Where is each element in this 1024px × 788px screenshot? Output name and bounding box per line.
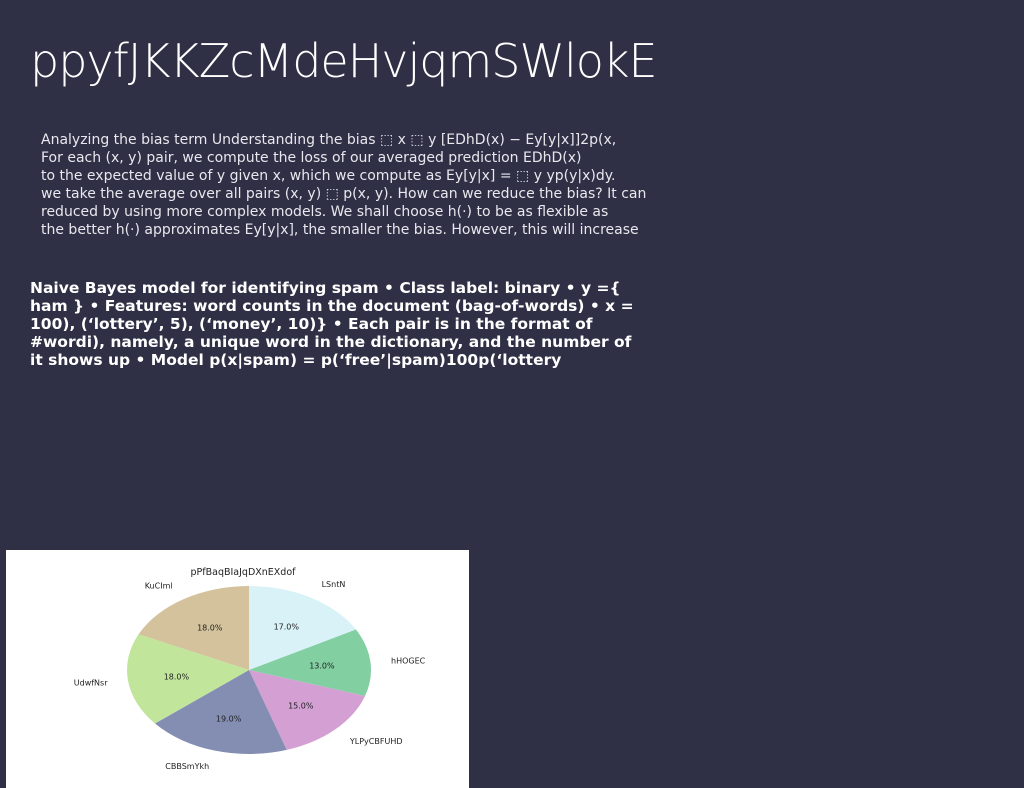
slide-title: ppyfJKKZcMdeHvjqmSWlokE — [30, 34, 658, 88]
chart-title: pPfBaqBIaJqDXnEXdof — [191, 567, 297, 578]
bayes-line: #wordi), namely, a unique word in the di… — [30, 333, 632, 351]
bias-line: For each (x, y) pair, we compute the los… — [41, 150, 582, 166]
bayes-line: 100), (‘lottery’, 5), (‘money’, 10)} • E… — [30, 315, 593, 333]
pie-percent-label: 18.0% — [197, 623, 223, 632]
pie-chart-image: pPfBaqBIaJqDXnEXdof 17.0% LSntN 13.0% hHOGE… — [6, 550, 469, 788]
pie-category-label: hHOGEC — [391, 657, 426, 666]
pie-percent-label: 18.0% — [164, 672, 190, 681]
bayes-line: Naive Bayes model for identifying spam •… — [30, 279, 621, 297]
pie-category-label: YLPyCBFUHD — [349, 737, 403, 746]
bayes-line: ham } • Features: word counts in the doc… — [30, 297, 634, 315]
bias-line: reduced by using more complex models. We… — [41, 204, 609, 220]
pie-category-label: LSntN — [322, 580, 346, 589]
bias-paragraph: Analyzing the bias term Understanding th… — [41, 131, 681, 239]
pie-category-label: KuCIml — [145, 582, 173, 591]
pie-chart: pPfBaqBIaJqDXnEXdof 17.0% LSntN 13.0% hHOGE… — [74, 567, 426, 771]
pie-category-label: CBBSmYkh — [165, 762, 209, 771]
naive-bayes-paragraph: Naive Bayes model for identifying spam •… — [30, 279, 690, 369]
pie-percent-label: 15.0% — [288, 702, 314, 711]
pie-percent-label: 13.0% — [309, 661, 335, 670]
bayes-line: it shows up • Model p(x|spam) = p(‘free’… — [30, 351, 562, 369]
pie-percent-label: 17.0% — [274, 623, 300, 632]
bias-line: to the expected value of y given x, whic… — [41, 168, 616, 184]
bias-line: the better h(·) approximates Ey[y|x], th… — [41, 222, 639, 238]
bias-line: Analyzing the bias term Understanding th… — [41, 132, 617, 148]
pie-category-label: UdwfNsr — [74, 679, 108, 688]
bias-line: we take the average over all pairs (x, y… — [41, 186, 647, 202]
pie-percent-label: 19.0% — [216, 714, 242, 723]
